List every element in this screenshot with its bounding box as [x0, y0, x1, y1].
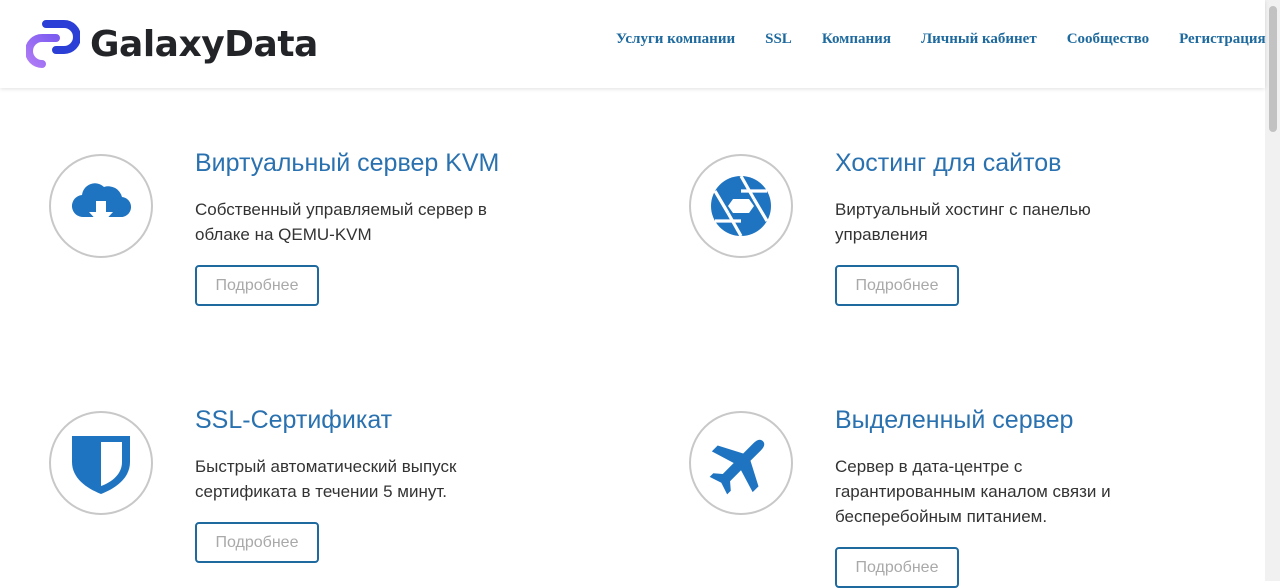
card-title[interactable]: SSL-Сертификат: [195, 405, 515, 435]
card-body: Виртуальный сервер KVM Собственный управ…: [195, 149, 515, 306]
card-description: Собственный управляемый сервер в облаке …: [195, 200, 487, 244]
card-title[interactable]: Выделенный сервер: [835, 405, 1155, 435]
shield-icon: [72, 436, 130, 494]
brand-name: GalaxyData: [90, 23, 318, 65]
card-description: Сервер в дата-центре с гарантированным к…: [835, 457, 1111, 526]
galaxydata-logo-icon: [26, 20, 80, 68]
card-icon-circle: [49, 411, 153, 515]
main-nav: Услуги компании SSL Компания Личный каби…: [616, 31, 1266, 48]
card-body: Хостинг для сайтов Виртуальный хостинг с…: [835, 149, 1155, 306]
nav-community[interactable]: Сообщество: [1067, 31, 1149, 48]
scrollbar-thumb[interactable]: [1269, 6, 1277, 132]
card-title[interactable]: Хостинг для сайтов: [835, 148, 1155, 178]
nav-services[interactable]: Услуги компании: [616, 31, 735, 48]
card-body: Выделенный сервер Сервер в дата-центре с…: [835, 406, 1155, 588]
nav-account[interactable]: Личный кабинет: [921, 31, 1037, 48]
details-button[interactable]: Подробнее: [835, 265, 959, 306]
card-title[interactable]: Виртуальный сервер KVM: [195, 148, 515, 178]
card-icon-circle: [49, 154, 153, 258]
page-scrollbar[interactable]: [1265, 0, 1280, 581]
card-description: Виртуальный хостинг с панелью управления: [835, 200, 1091, 244]
site-header: GalaxyData Услуги компании SSL Компания …: [0, 0, 1266, 88]
cloud-download-icon: [71, 183, 132, 225]
nav-ssl[interactable]: SSL: [765, 31, 792, 48]
card-icon-circle: [689, 154, 793, 258]
details-button[interactable]: Подробнее: [835, 547, 959, 588]
airplane-icon: [709, 439, 765, 495]
aperture-icon: [711, 175, 771, 237]
logo[interactable]: GalaxyData: [26, 20, 318, 68]
nav-company[interactable]: Компания: [822, 31, 891, 48]
card-description: Быстрый автоматический выпуск сертификат…: [195, 457, 457, 501]
nav-register[interactable]: Регистрация: [1179, 31, 1266, 48]
details-button[interactable]: Подробнее: [195, 265, 319, 306]
card-body: SSL-Сертификат Быстрый автоматический вы…: [195, 406, 515, 563]
details-button[interactable]: Подробнее: [195, 522, 319, 563]
card-icon-circle: [689, 411, 793, 515]
